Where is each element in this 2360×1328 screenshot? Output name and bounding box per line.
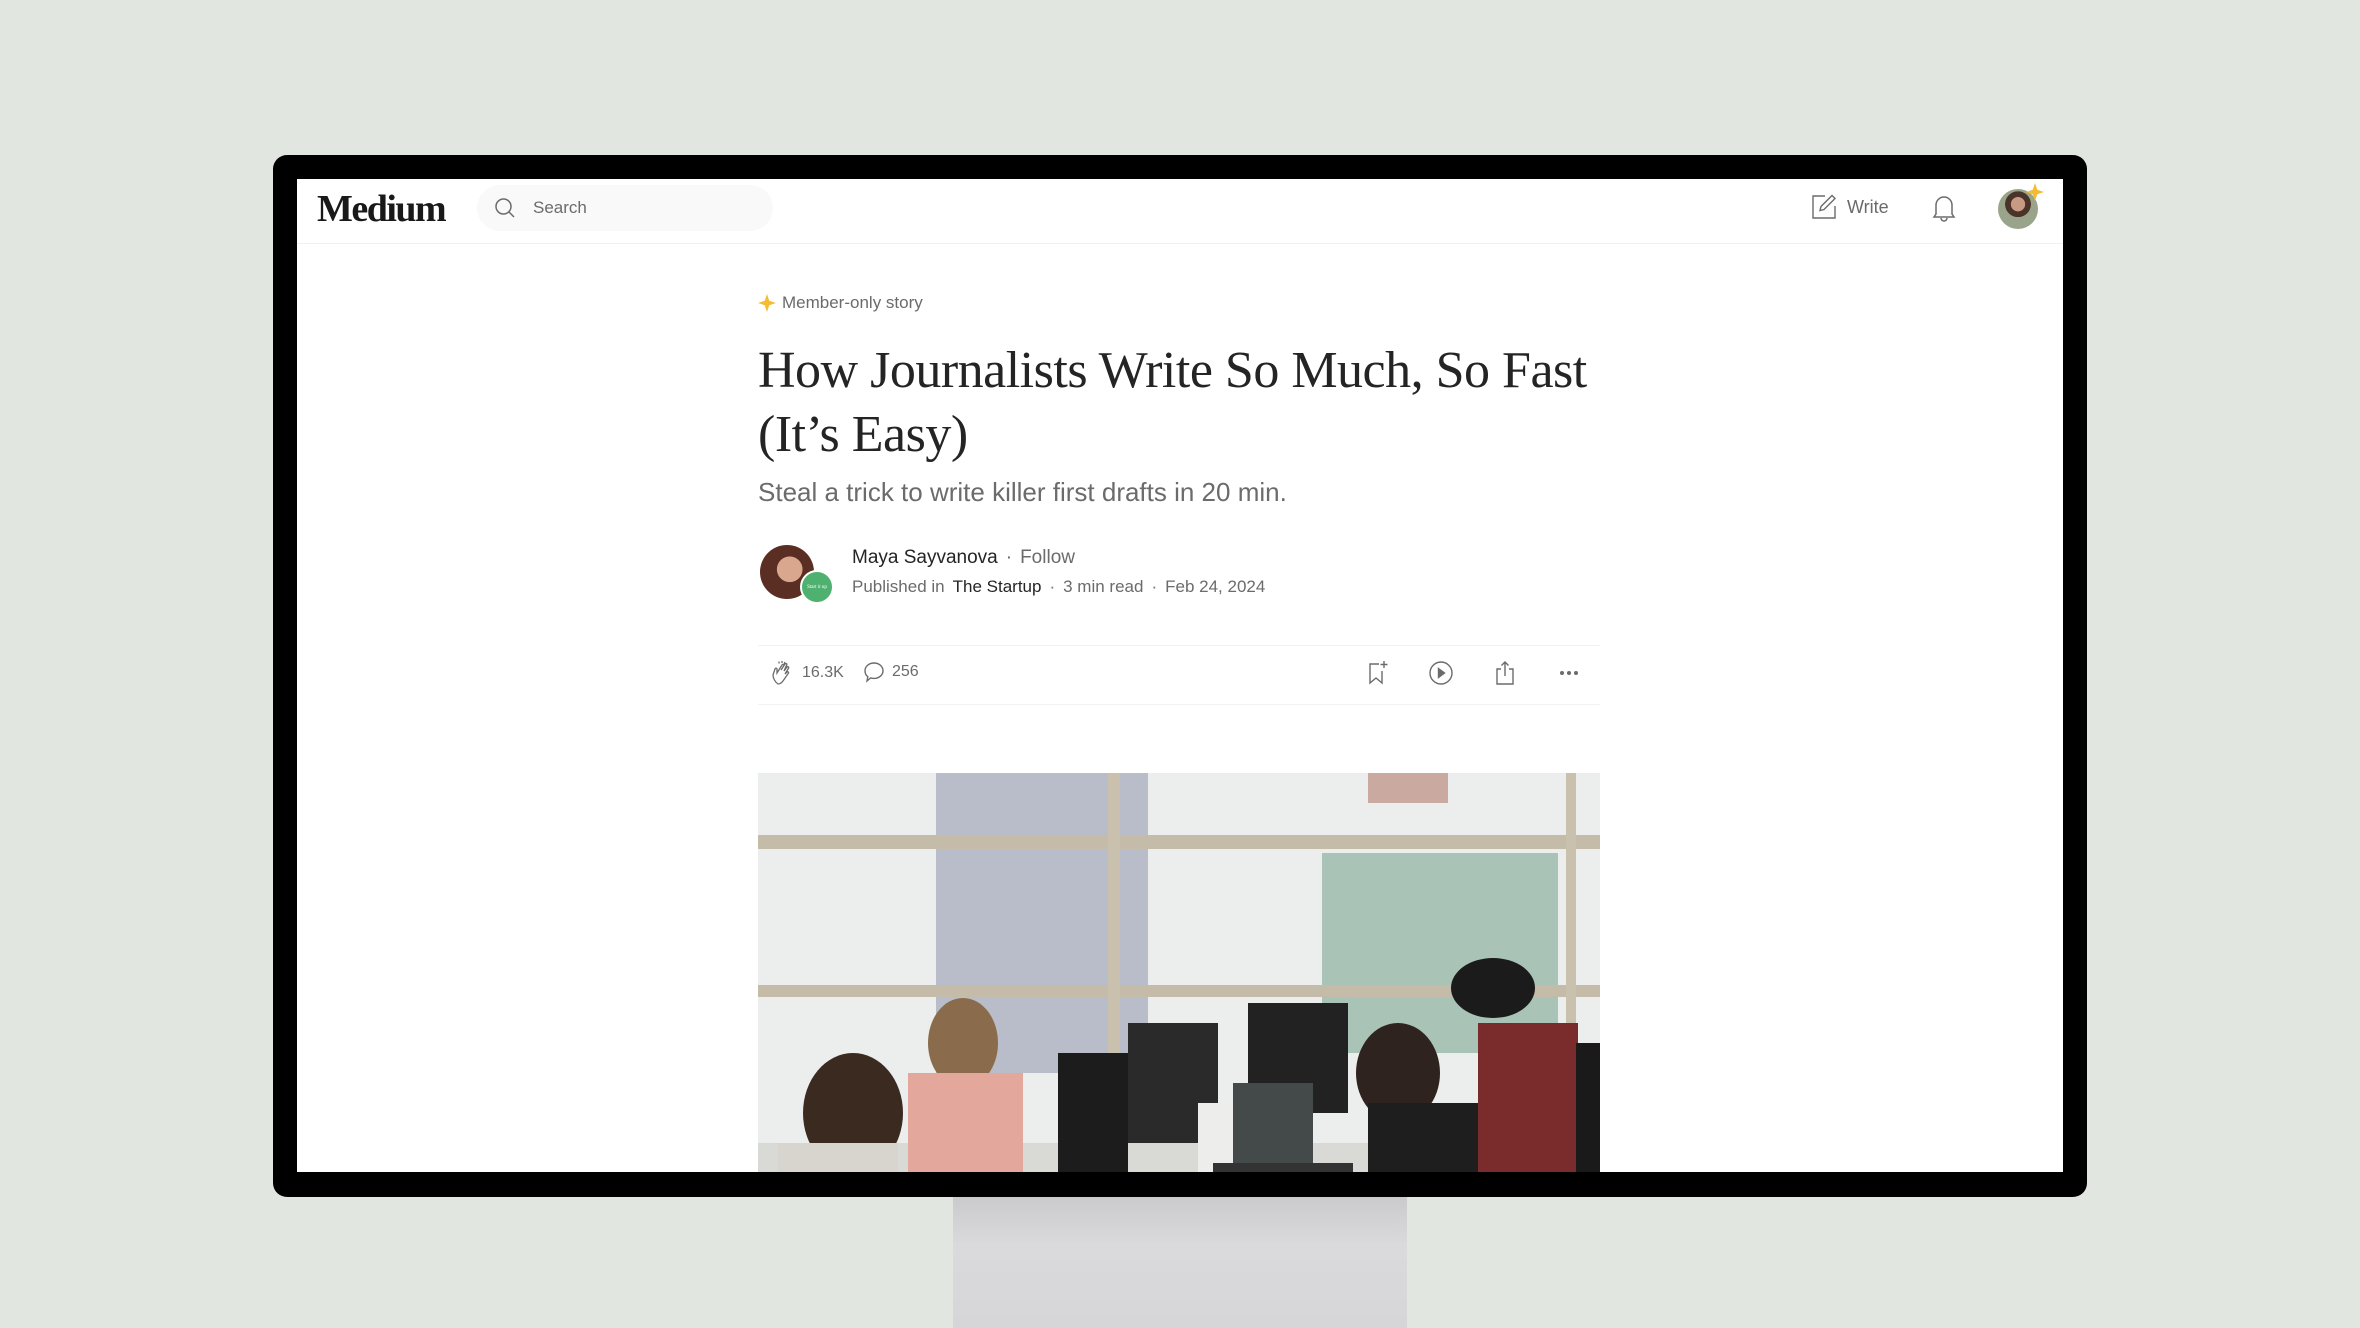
more-button[interactable] <box>1556 660 1582 686</box>
monitor-stand <box>953 1190 1407 1328</box>
monitor-bezel: Medium Write <box>273 155 2087 1197</box>
article-action-bar: 16.3K 256 <box>758 645 1600 705</box>
separator: · <box>1005 547 1013 568</box>
pencil-square-icon <box>1812 194 1836 219</box>
notifications-button[interactable] <box>1930 193 1958 228</box>
search-box[interactable] <box>477 185 773 231</box>
author-name[interactable]: Maya Sayvanova <box>852 547 998 569</box>
read-time: 3 min read <box>1063 577 1144 596</box>
article-meta: Published in The Startup · 3 min read · … <box>852 577 1265 597</box>
share-button[interactable] <box>1492 660 1518 686</box>
top-navbar: Medium Write <box>297 179 2063 244</box>
publication-link[interactable]: The Startup <box>953 577 1042 597</box>
write-label: Write <box>1847 196 1889 217</box>
separator: · <box>1049 577 1056 596</box>
office-photo <box>758 773 1600 1172</box>
publish-date: Feb 24, 2024 <box>1165 577 1266 596</box>
medium-logo[interactable]: Medium <box>317 187 447 231</box>
sparkle-icon <box>758 294 776 312</box>
search-icon <box>495 198 515 218</box>
clap-icon <box>772 661 790 685</box>
more-icon <box>1560 671 1578 675</box>
responses-button[interactable]: 256 <box>862 660 919 684</box>
member-only-label: Member-only story <box>782 293 923 312</box>
listen-button[interactable] <box>1428 660 1454 686</box>
bookmark-add-icon <box>1369 661 1388 685</box>
play-circle-icon <box>1429 661 1453 685</box>
article-subtitle: Steal a trick to write killer first draf… <box>758 477 1287 507</box>
hero-image <box>758 773 1600 1172</box>
response-count: 256 <box>892 663 919 680</box>
publication-avatar[interactable]: Start it up <box>800 570 834 604</box>
share-icon <box>1496 661 1514 685</box>
search-input[interactable] <box>531 197 735 219</box>
write-button[interactable]: Write <box>1811 194 1889 220</box>
article-title: How Journalists Write So Much, So Fast (… <box>758 342 1587 463</box>
user-avatar[interactable] <box>1998 183 2044 229</box>
browser-screen: Medium Write <box>297 179 2063 1172</box>
clap-button[interactable]: 16.3K <box>770 660 844 686</box>
follow-button[interactable]: Follow <box>1020 547 1075 569</box>
author-line: Maya Sayvanova · Follow <box>852 547 1075 569</box>
clap-count: 16.3K <box>802 664 844 681</box>
member-only-badge: Member-only story <box>758 293 923 313</box>
published-in-label: Published in <box>852 577 945 596</box>
separator: · <box>1151 577 1158 596</box>
speech-bubble-icon <box>864 662 884 683</box>
bookmark-button[interactable] <box>1365 660 1391 686</box>
bell-icon <box>1932 196 1956 222</box>
sparkle-icon <box>2026 183 2044 201</box>
